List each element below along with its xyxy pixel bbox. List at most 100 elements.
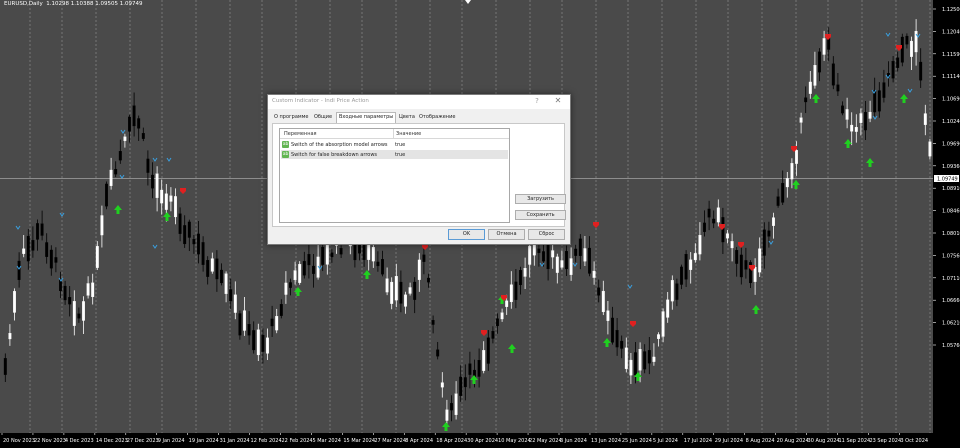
tab-about[interactable]: О программе <box>272 113 311 122</box>
price-label: 1.08010 <box>942 231 960 237</box>
bullish-candle <box>505 300 509 307</box>
bearish-candle <box>905 35 909 45</box>
bearish-candle <box>735 249 739 264</box>
date-label: 8 Aug 2024 <box>746 438 775 444</box>
absorption-marker-icon <box>15 225 21 230</box>
date-label: 30 Aug 2024 <box>808 438 840 444</box>
bearish-candle <box>183 225 187 245</box>
price-label: 1.08910 <box>942 186 960 192</box>
bullish-candle <box>790 163 794 180</box>
bullish-candle <box>859 113 863 123</box>
date-label: 25 Jun 2024 <box>622 438 652 444</box>
bearish-candle <box>178 213 182 234</box>
bearish-candle <box>574 248 578 256</box>
load-button[interactable]: Загрузить <box>515 194 566 204</box>
bearish-candle <box>40 223 44 236</box>
bearish-candle <box>496 318 499 327</box>
bearish-candle <box>187 221 191 238</box>
bullish-candle <box>210 258 214 272</box>
table-row[interactable]: ab Switch of the absorption model arrows… <box>281 140 508 149</box>
dialog-titlebar[interactable]: Custom Indicator - Indi Price Action ? ✕ <box>268 95 570 109</box>
date-label: 3 Oct 2024 <box>900 438 928 444</box>
bearish-candle <box>321 246 325 265</box>
bearish-candle <box>77 313 81 319</box>
tab-colors[interactable]: Цвета <box>397 113 417 122</box>
tab-common[interactable]: Общие <box>312 113 334 122</box>
inputs-panel: Переменная Значение ab Switch of the abs… <box>272 123 566 227</box>
buy-arrow-icon <box>603 338 611 347</box>
cancel-button[interactable]: Отмена <box>488 229 525 240</box>
bullish-candle <box>850 124 854 132</box>
bullish-candle <box>657 334 660 339</box>
help-button[interactable]: ? <box>532 97 542 105</box>
bullish-candle <box>666 299 670 318</box>
save-button[interactable]: Сохранить <box>515 210 566 220</box>
bearish-candle <box>864 112 867 131</box>
bearish-candle <box>279 304 283 316</box>
bullish-candle <box>13 291 16 313</box>
bullish-candle <box>390 281 394 304</box>
close-button[interactable]: ✕ <box>552 96 564 105</box>
buy-arrow-icon <box>442 422 450 431</box>
bullish-candle <box>174 196 177 218</box>
parameter-value[interactable]: true <box>395 142 405 148</box>
bearish-candle <box>675 283 679 300</box>
bearish-candle <box>739 254 743 278</box>
bullish-candle <box>693 253 697 261</box>
sell-arrow-icon <box>593 222 599 228</box>
absorption-marker-icon <box>768 240 774 245</box>
price-label: 1.10240 <box>942 119 960 125</box>
absorption-marker-icon <box>627 284 633 289</box>
bullish-candle <box>86 283 90 296</box>
bearish-candle <box>431 320 435 325</box>
bullish-candle <box>716 207 720 223</box>
bearish-candle <box>114 168 118 175</box>
reset-button[interactable]: Сброс <box>528 229 565 240</box>
bearish-candle <box>141 133 145 139</box>
bullish-candle <box>854 127 858 132</box>
bearish-candle <box>542 251 545 262</box>
ok-button[interactable]: OK <box>448 229 485 240</box>
table-row[interactable]: ab Switch for false breakdown arrows tru… <box>281 150 508 159</box>
bullish-candle <box>910 40 913 57</box>
date-label: 27 Dec 2023 <box>127 438 159 444</box>
bullish-candle <box>555 256 559 273</box>
buy-arrow-icon <box>508 344 516 353</box>
bullish-candle <box>164 193 168 210</box>
price-label: 1.06210 <box>942 321 960 327</box>
bearish-candle <box>68 297 72 305</box>
date-label: 22 Nov 2023 <box>34 438 66 444</box>
bearish-candle <box>59 279 62 292</box>
column-divider[interactable] <box>393 129 394 138</box>
bullish-candle <box>726 233 729 239</box>
bullish-candle <box>233 294 237 313</box>
bearish-candle <box>339 248 343 255</box>
price-label: 1.11140 <box>942 74 960 80</box>
bullish-candle <box>91 282 95 298</box>
date-label: 18 Apr 2024 <box>436 438 467 444</box>
bullish-candle <box>698 235 702 255</box>
sell-arrow-icon <box>630 321 636 327</box>
bullish-candle <box>394 276 398 301</box>
tab-inputs[interactable]: Входные параметры <box>336 112 397 123</box>
bearish-candle <box>578 238 582 256</box>
bearish-candle <box>289 282 292 288</box>
column-header-variable[interactable]: Переменная <box>284 131 317 137</box>
price-label: 1.06660 <box>942 298 960 304</box>
chart-shift-marker[interactable] <box>465 0 471 4</box>
tab-visualization[interactable]: Отображение <box>417 113 457 122</box>
date-label: 9 Jan 2024 <box>158 438 185 444</box>
price-label: 1.12040 <box>942 29 960 35</box>
bearish-candle <box>565 251 568 270</box>
bullish-candle <box>624 347 628 369</box>
bearish-candle <box>436 349 440 357</box>
table-header: Переменная Значение <box>280 129 509 139</box>
bearish-candle <box>422 254 426 262</box>
parameter-value[interactable]: true <box>395 152 405 158</box>
column-header-value[interactable]: Значение <box>396 131 421 137</box>
bearish-candle <box>900 36 904 63</box>
bullish-candle <box>813 65 817 86</box>
bearish-candle <box>376 261 380 267</box>
bearish-candle <box>767 230 771 237</box>
price-label: 1.10690 <box>942 97 960 103</box>
